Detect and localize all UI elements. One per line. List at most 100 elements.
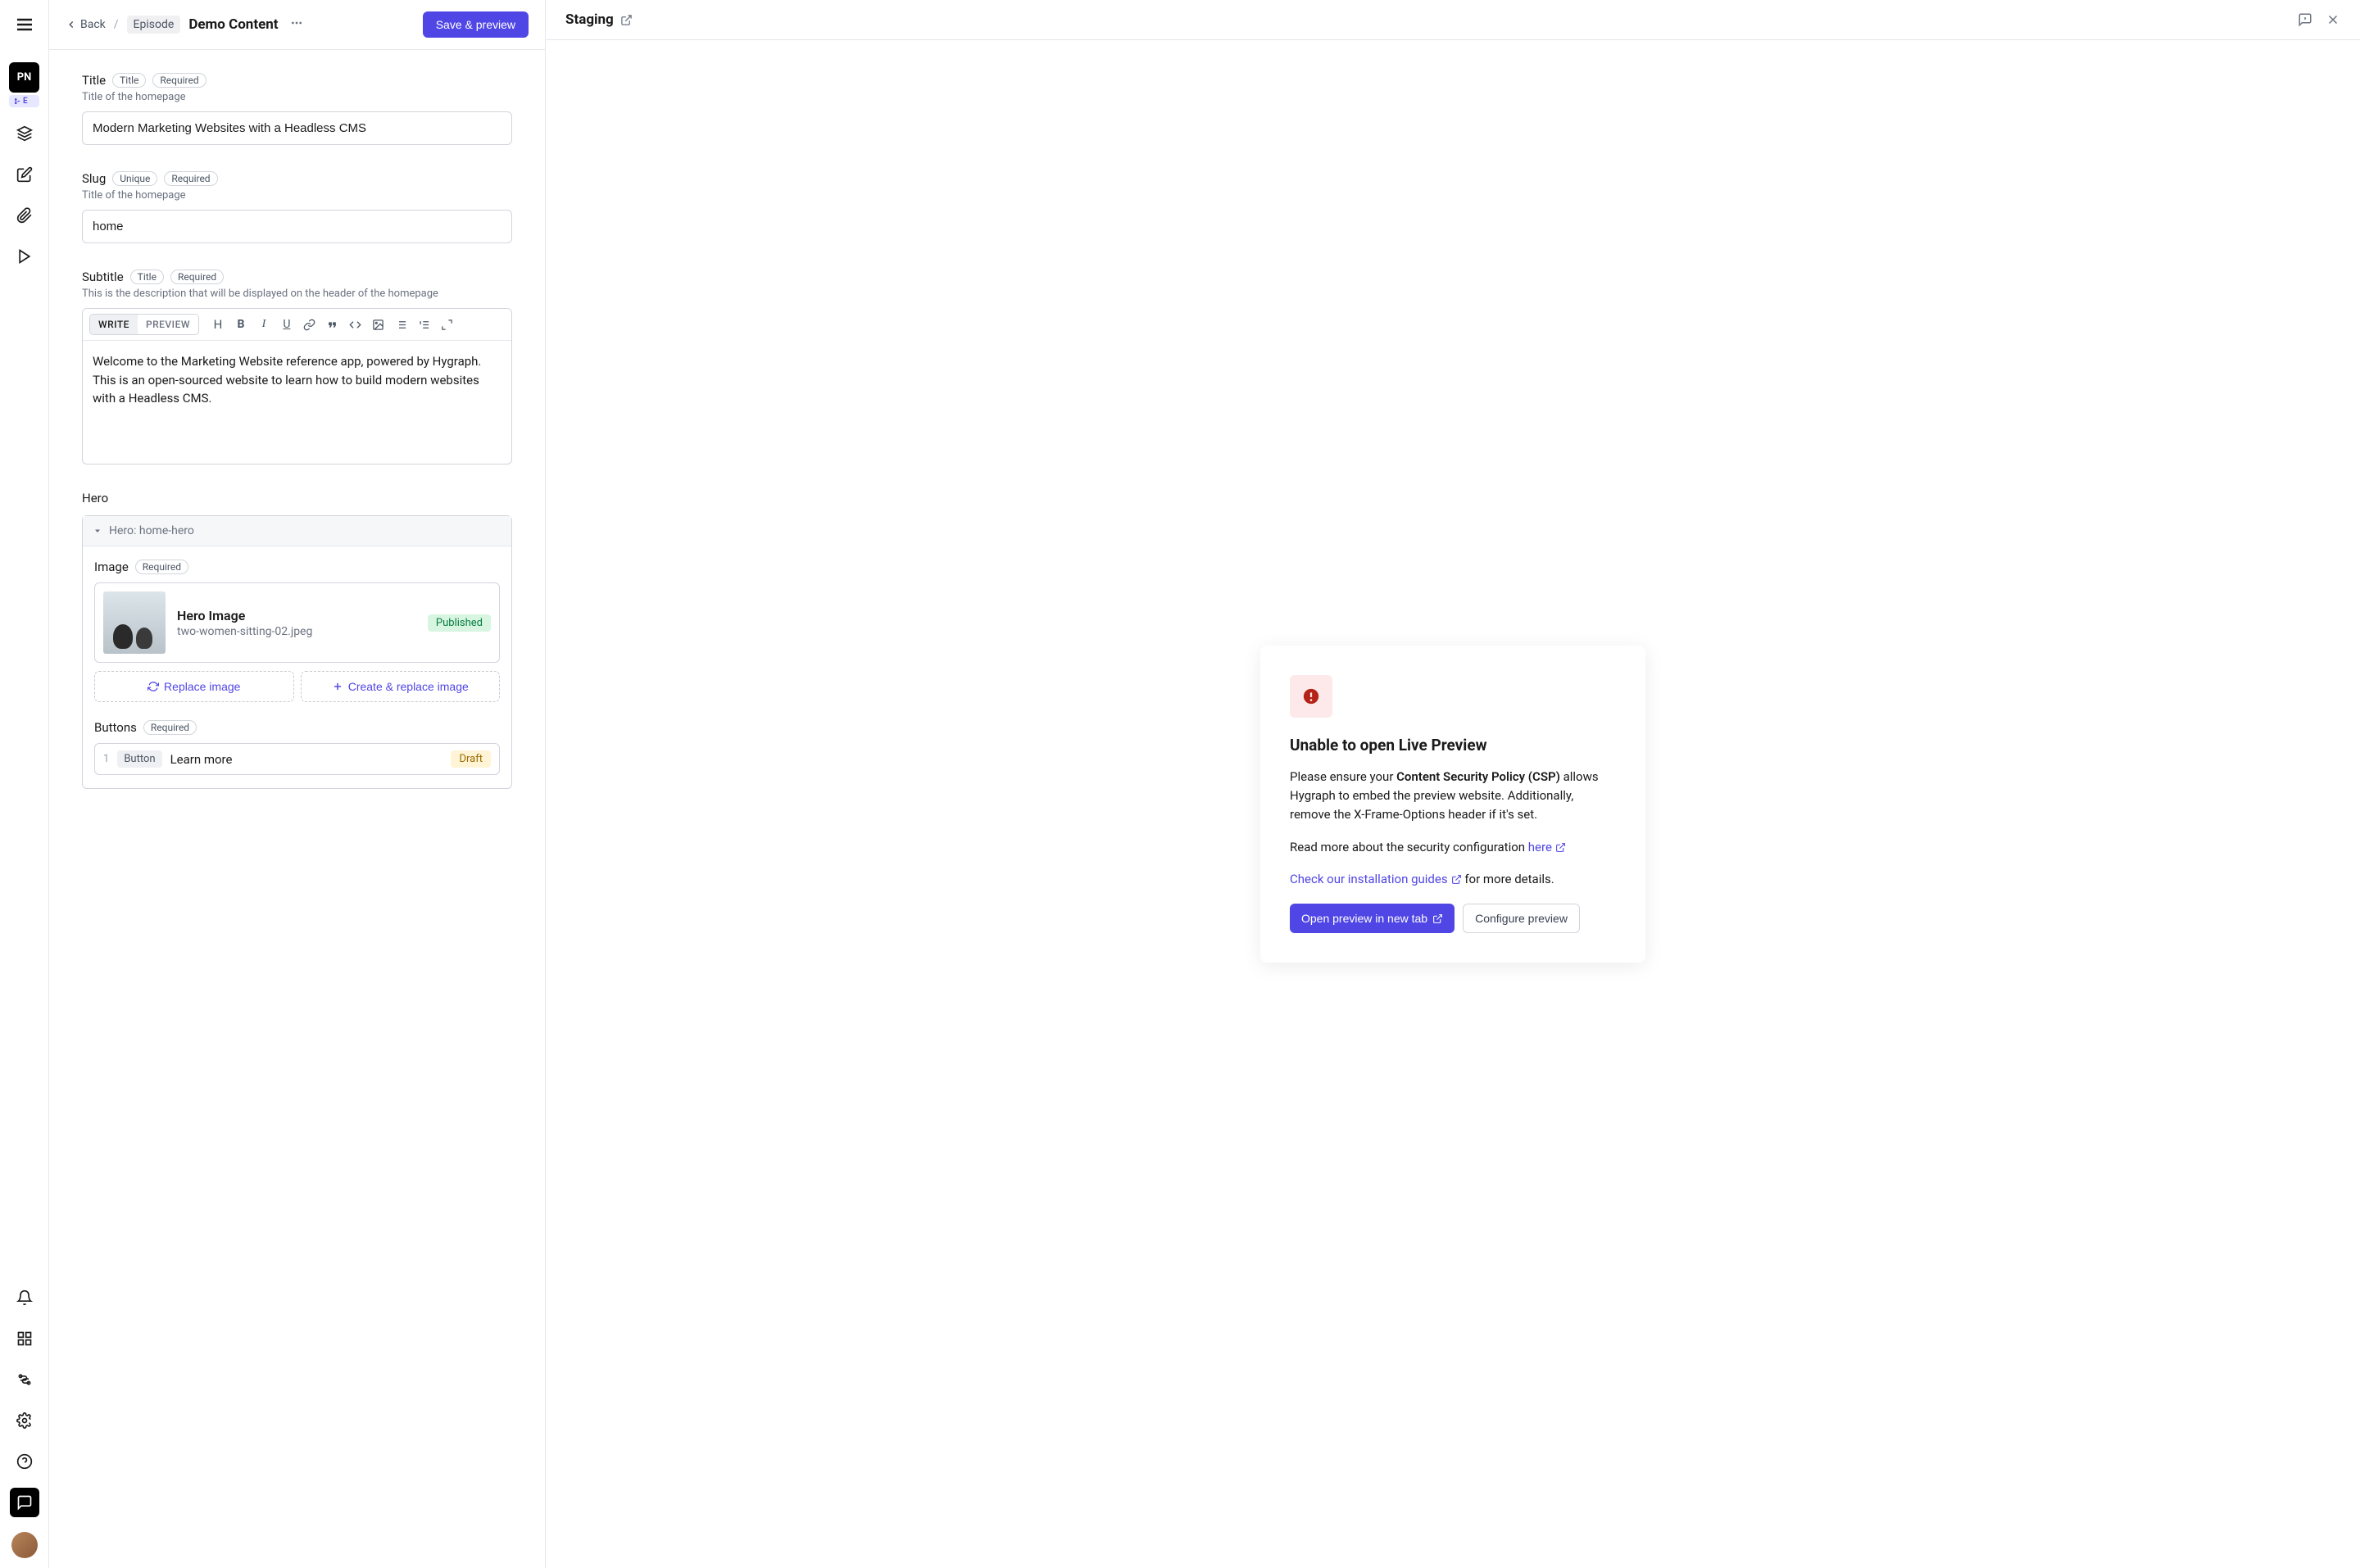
list-ul-icon <box>395 319 407 331</box>
slug-input[interactable] <box>82 210 512 243</box>
md-toolbar: WRITE PREVIEW H B I U <box>83 309 511 341</box>
nav-apps[interactable] <box>10 1324 39 1353</box>
alert-icon <box>1302 687 1320 705</box>
field-tag: Required <box>170 270 224 284</box>
plus-icon <box>332 681 343 692</box>
italic-icon: I <box>262 318 266 331</box>
hero-component: Hero: home-hero Image Required Hero Imag… <box>82 515 512 789</box>
row-index: 1 <box>103 753 109 765</box>
nav-settings[interactable] <box>10 1406 39 1435</box>
error-text-3: Check our installation guides for more d… <box>1290 870 1616 889</box>
md-code[interactable] <box>345 314 366 335</box>
md-bold[interactable]: B <box>230 314 252 335</box>
underline-icon: U <box>283 318 290 331</box>
md-ul[interactable] <box>391 314 412 335</box>
expand-icon <box>441 319 453 331</box>
field-slug: Slug Unique Required Title of the homepa… <box>82 171 512 243</box>
bold-icon: B <box>237 318 244 331</box>
md-heading[interactable]: H <box>207 314 229 335</box>
nav-schema[interactable] <box>10 160 39 189</box>
md-ol[interactable] <box>414 314 435 335</box>
back-button[interactable]: Back <box>66 18 106 31</box>
install-guides-link[interactable]: Check our installation guides <box>1290 870 1462 889</box>
quote-icon <box>326 319 338 331</box>
nav-notifications[interactable] <box>10 1283 39 1312</box>
open-preview-new-tab-button[interactable]: Open preview in new tab <box>1290 904 1455 933</box>
asset-title: Hero Image <box>177 608 416 623</box>
security-doc-link[interactable]: here <box>1528 838 1566 857</box>
md-tab-preview[interactable]: PREVIEW <box>138 315 198 334</box>
row-type-chip: Button <box>117 750 161 768</box>
replace-icon <box>148 681 159 692</box>
preview-header: Staging <box>546 0 2360 40</box>
hamburger-icon <box>15 15 34 34</box>
editor-topbar: Back / Episode Demo Content Save & previ… <box>49 0 545 50</box>
asset-row[interactable]: Hero Image two-women-sitting-02.jpeg Pub… <box>94 582 500 663</box>
nav-help[interactable] <box>10 1447 39 1476</box>
preview-pane: Staging Unable to open Live Preview Plea… <box>546 0 2360 1568</box>
breadcrumb-separator: / <box>114 18 119 31</box>
status-badge: Published <box>428 614 491 632</box>
field-tag: Title <box>112 73 146 88</box>
button-reference-row[interactable]: 1 Button Learn more Draft <box>94 743 500 775</box>
environment-badge: E <box>9 95 39 107</box>
configure-preview-button[interactable]: Configure preview <box>1463 904 1580 933</box>
nav-webhooks[interactable] <box>10 1365 39 1394</box>
save-preview-button[interactable]: Save & preview <box>423 11 529 38</box>
section-label: Hero <box>82 491 512 505</box>
form-body: Title Title Required Title of the homepa… <box>49 50 545 1568</box>
error-title: Unable to open Live Preview <box>1290 736 1616 755</box>
error-text-1: Please ensure your Content Security Poli… <box>1290 768 1616 825</box>
user-avatar[interactable] <box>11 1532 38 1558</box>
caret-down-icon <box>93 526 102 536</box>
field-tag: Required <box>143 720 197 735</box>
md-underline[interactable]: U <box>276 314 297 335</box>
md-italic[interactable]: I <box>253 314 275 335</box>
code-icon <box>349 319 361 331</box>
field-tag: Title <box>130 270 164 284</box>
list-ol-icon <box>418 319 430 331</box>
replace-image-button[interactable]: Replace image <box>94 671 294 702</box>
nav-feedback[interactable] <box>10 1488 39 1517</box>
error-icon-wrap <box>1290 675 1332 718</box>
external-link-icon <box>1432 913 1443 924</box>
asset-thumbnail <box>103 591 166 654</box>
more-menu[interactable] <box>287 15 306 34</box>
create-replace-image-button[interactable]: Create & replace image <box>301 671 501 702</box>
nav-content[interactable] <box>10 119 39 148</box>
subtitle-textarea[interactable]: Welcome to the Marketing Website referen… <box>83 341 511 464</box>
title-input[interactable] <box>82 111 512 145</box>
layers-icon <box>16 125 33 142</box>
md-image[interactable] <box>368 314 389 335</box>
component-toggle[interactable]: Hero: home-hero <box>83 516 511 546</box>
field-label: Slug <box>82 171 106 186</box>
webhook-icon <box>16 1371 33 1388</box>
image-icon <box>372 319 384 331</box>
document-title: Demo Content <box>188 16 278 33</box>
field-hero: Hero Hero: home-hero Image Required <box>82 491 512 789</box>
field-tag: Unique <box>112 171 157 186</box>
link-icon <box>303 319 315 331</box>
model-chip[interactable]: Episode <box>127 16 181 34</box>
menu-toggle[interactable] <box>10 10 39 43</box>
md-tab-write[interactable]: WRITE <box>90 315 138 334</box>
external-link-icon <box>1451 874 1462 885</box>
field-label: Image <box>94 560 129 574</box>
field-title: Title Title Required Title of the homepa… <box>82 73 512 145</box>
chat-icon <box>16 1494 33 1511</box>
md-link[interactable] <box>299 314 320 335</box>
field-description: Title of the homepage <box>82 189 512 202</box>
dots-icon <box>290 16 303 29</box>
project-badge[interactable]: PN <box>9 62 39 93</box>
md-fullscreen[interactable] <box>437 314 458 335</box>
field-subtitle: Subtitle Title Required This is the desc… <box>82 270 512 465</box>
nav-playground[interactable] <box>10 242 39 271</box>
nav-assets[interactable] <box>10 201 39 230</box>
field-label: Subtitle <box>82 270 124 284</box>
external-link-icon <box>1555 842 1566 853</box>
branch-icon <box>14 97 21 105</box>
md-quote[interactable] <box>322 314 343 335</box>
comment-icon[interactable] <box>2298 12 2312 27</box>
preview-env-title[interactable]: Staging <box>565 11 633 28</box>
close-icon[interactable] <box>2326 12 2340 27</box>
